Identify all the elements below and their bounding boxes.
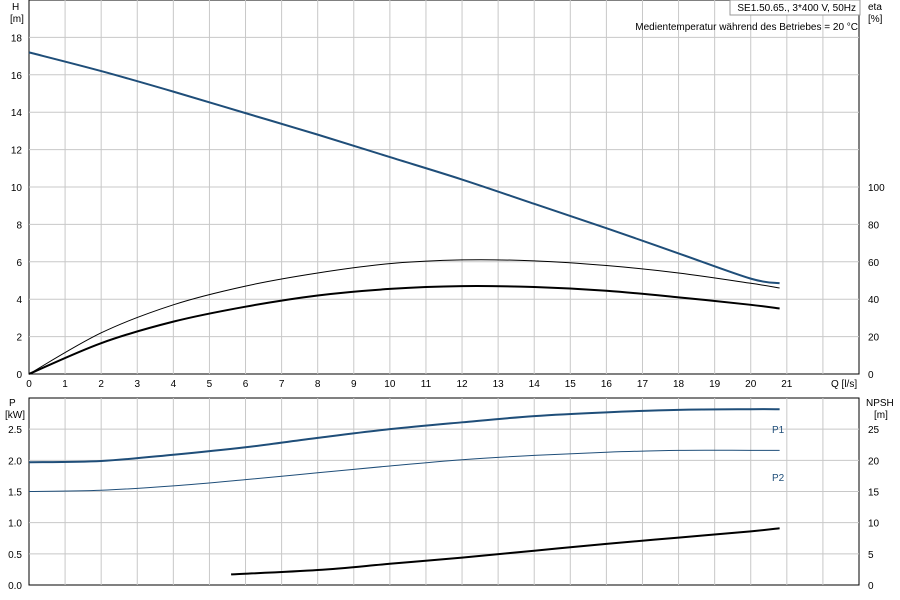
x-tick-label: 13 <box>493 379 505 390</box>
x-tick-label: 1 <box>62 379 68 390</box>
top-right-tick-label: 60 <box>868 258 880 269</box>
x-tick-label: 4 <box>171 379 177 390</box>
x-tick-label: 16 <box>601 379 613 390</box>
bottom-left-tick-label: 0.0 <box>8 581 22 592</box>
x-axis-label: Q [l/s] <box>831 379 857 390</box>
bottom-left-tick-label: 1.5 <box>8 488 22 499</box>
bottom-right-tick-label: 5 <box>868 550 874 561</box>
x-tick-label: 14 <box>529 379 541 390</box>
x-tick-label: 8 <box>315 379 321 390</box>
top-right-tick-label: 40 <box>868 295 880 306</box>
top-left-axis-title: H <box>12 2 19 13</box>
x-tick-label: 10 <box>384 379 396 390</box>
x-tick-label: 9 <box>351 379 357 390</box>
top-right-axis-title: eta <box>868 2 882 13</box>
x-tick-label: 18 <box>673 379 685 390</box>
axis-ticks: 0 1 2 3 4 5 6 7 8 9 10 11 12 13 14 15 16 17 18 19 20 21024681… <box>8 33 885 592</box>
top-left-tick-label: 4 <box>16 295 22 306</box>
x-tick-label: 6 <box>243 379 249 390</box>
top-right-tick-label: 0 <box>868 370 874 381</box>
bottom-left-tick-label: 2.5 <box>8 425 22 436</box>
x-tick-label: 5 <box>207 379 213 390</box>
top-left-tick-label: 12 <box>11 146 23 157</box>
bottom-left-tick-label: 1.0 <box>8 519 22 530</box>
bottom-right-axis-title: NPSH <box>866 398 894 409</box>
top-left-tick-label: 8 <box>16 220 22 231</box>
top-chart-series <box>28 51 780 375</box>
bottom-right-axis-unit: [m] <box>874 410 888 421</box>
x-tick-label: 20 <box>745 379 757 390</box>
x-tick-label: 12 <box>456 379 468 390</box>
top-left-tick-label: 2 <box>16 333 22 344</box>
bottom-left-axis-title: P <box>9 398 16 409</box>
top-left-tick-label: 16 <box>11 71 23 82</box>
bottom-right-tick-label: 25 <box>868 425 880 436</box>
x-tick-label: 15 <box>565 379 577 390</box>
top-series-0 <box>28 51 780 285</box>
x-tick-label: 21 <box>781 379 793 390</box>
top-right-axis-unit: [%] <box>868 14 883 25</box>
series-label-p1: P1 <box>772 425 785 436</box>
top-series-1 <box>28 259 780 375</box>
x-tick-label: 17 <box>637 379 649 390</box>
top-left-tick-label: 6 <box>16 258 22 269</box>
info-box-text: SE1.50.65., 3*400 V, 50Hz <box>737 3 856 14</box>
top-chart-grid <box>28 0 860 375</box>
x-tick-label: 11 <box>421 379 432 390</box>
top-right-tick-label: 100 <box>868 183 885 194</box>
x-tick-label: 7 <box>279 379 285 390</box>
x-tick-label: 3 <box>134 379 140 390</box>
x-tick-label: 2 <box>98 379 104 390</box>
bottom-right-tick-label: 15 <box>868 488 880 499</box>
bottom-left-tick-label: 2.0 <box>8 456 22 467</box>
top-left-tick-label: 14 <box>11 108 23 119</box>
temperature-note: Medientemperatur während des Betriebes =… <box>635 22 858 33</box>
top-left-axis-unit: [m] <box>10 14 24 25</box>
bottom-right-tick-label: 10 <box>868 519 880 530</box>
bottom-series-0 <box>28 408 780 464</box>
top-right-tick-label: 80 <box>868 220 880 231</box>
top-left-tick-label: 10 <box>11 183 23 194</box>
series-label-p2: P2 <box>772 473 785 484</box>
top-right-tick-label: 20 <box>868 333 880 344</box>
x-tick-label: 0 <box>26 379 32 390</box>
bottom-right-tick-label: 0 <box>868 581 874 592</box>
bottom-series-2 <box>231 527 780 576</box>
bottom-chart-grid <box>28 397 860 586</box>
top-left-tick-label: 0 <box>16 370 22 381</box>
bottom-left-tick-label: 0.5 <box>8 550 22 561</box>
x-tick-label: 19 <box>709 379 721 390</box>
bottom-right-tick-label: 20 <box>868 456 880 467</box>
bottom-left-axis-unit: [kW] <box>5 410 25 421</box>
top-left-tick-label: 18 <box>11 33 23 44</box>
bottom-series-1 <box>28 449 780 492</box>
pump-performance-chart: 0 1 2 3 4 5 6 7 8 9 10 11 12 13 14 15 16 17 18 19 20 21024681… <box>5 0 894 592</box>
